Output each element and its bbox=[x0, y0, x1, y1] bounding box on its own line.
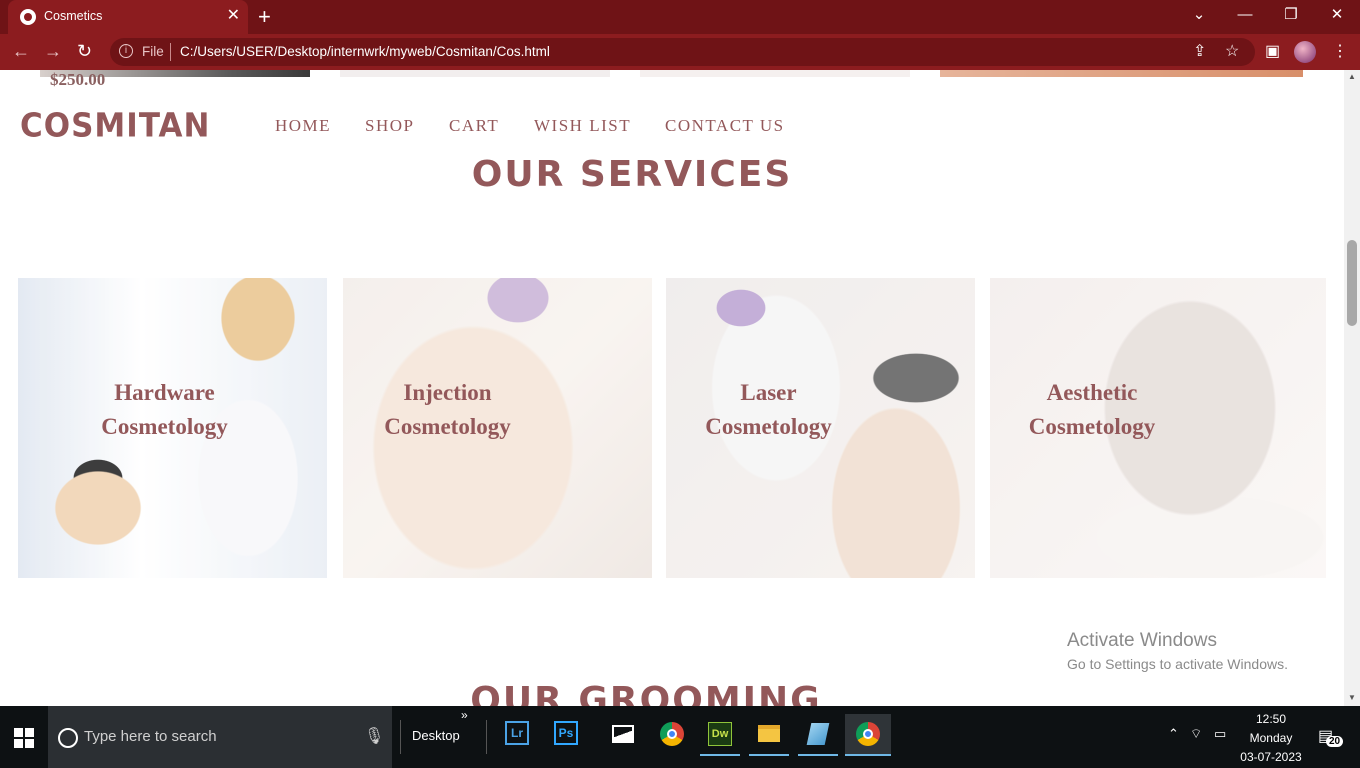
previous-product-image bbox=[940, 70, 1303, 77]
grooming-heading: OUR GROOMING bbox=[470, 680, 822, 706]
service-card-injection[interactable]: Injection Cosmetology bbox=[343, 278, 652, 578]
new-tab-button[interactable]: + bbox=[258, 3, 271, 31]
service-title-line: Cosmetology bbox=[384, 414, 511, 439]
page-scrollbar[interactable]: ▲ ▼ bbox=[1344, 70, 1360, 706]
tab-title: Cosmetics bbox=[44, 9, 103, 23]
chevron-right-icon[interactable]: » bbox=[461, 708, 468, 722]
service-title-line: Aesthetic bbox=[1046, 380, 1138, 405]
service-title-line: Cosmetology bbox=[1028, 414, 1156, 439]
services-heading: OUR SERVICES bbox=[471, 154, 793, 195]
microphone-icon[interactable]: 🎙 bbox=[364, 726, 384, 746]
forward-icon[interactable]: → bbox=[44, 40, 62, 62]
close-window-button[interactable]: ✕ bbox=[1322, 5, 1352, 25]
nav-shop[interactable]: SHOP bbox=[365, 116, 414, 136]
globe-icon bbox=[20, 9, 36, 25]
service-title-line: Laser bbox=[740, 380, 797, 405]
share-icon[interactable]: ⇪ bbox=[1193, 42, 1206, 62]
watermark-subtitle: Go to Settings to activate Windows. bbox=[1067, 656, 1288, 672]
address-bar[interactable]: i File C:/Users/USER/Desktop/internwrk/m… bbox=[110, 38, 1255, 66]
bookmark-star-icon[interactable]: ☆ bbox=[1225, 42, 1239, 62]
address-scheme-label: File bbox=[142, 44, 164, 59]
cortana-icon bbox=[58, 728, 78, 748]
service-title-line: Cosmetology bbox=[101, 414, 228, 439]
desktop-toolbar-label[interactable]: Desktop bbox=[412, 728, 460, 743]
service-card-title: Aesthetic Cosmetology bbox=[990, 376, 1260, 444]
activate-windows-watermark: Activate Windows Go to Settings to activ… bbox=[1067, 630, 1288, 672]
windows-start-icon[interactable] bbox=[14, 728, 34, 748]
notification-count-badge: 20 bbox=[1326, 736, 1344, 747]
service-title-line: Hardware bbox=[114, 380, 215, 405]
network-icon[interactable]: ⌔ bbox=[1190, 726, 1202, 742]
search-placeholder: Type here to search bbox=[84, 728, 217, 745]
file-explorer-icon[interactable] bbox=[749, 714, 789, 756]
tab-search-icon[interactable]: ⌄ bbox=[1184, 5, 1214, 25]
chrome-active-icon[interactable] bbox=[845, 714, 891, 756]
browser-tab[interactable]: Cosmetics ✕ bbox=[8, 0, 248, 34]
battery-icon[interactable]: ▭ bbox=[1214, 726, 1226, 742]
back-icon[interactable]: ← bbox=[12, 40, 30, 62]
service-card-aesthetic[interactable]: Aesthetic Cosmetology bbox=[990, 278, 1326, 578]
watermark-title: Activate Windows bbox=[1067, 630, 1217, 651]
taskbar-search-box[interactable]: Type here to search 🎙 bbox=[48, 706, 392, 768]
service-card-title: Laser Cosmetology bbox=[666, 376, 923, 444]
clock-time: 12:50 bbox=[1255, 712, 1287, 726]
nav-cart[interactable]: CART bbox=[449, 116, 499, 136]
service-card-hardware[interactable]: Hardware Cosmetology bbox=[18, 278, 327, 578]
site-logo[interactable]: COSMITAN bbox=[20, 107, 211, 145]
browser-toolbar: ← → ↻ i File C:/Users/USER/Desktop/inter… bbox=[0, 34, 1360, 70]
service-title-line: Cosmetology bbox=[705, 414, 832, 439]
product-price: $250.00 bbox=[50, 70, 106, 89]
scrollbar-thumb[interactable] bbox=[1347, 240, 1357, 326]
previous-product-image bbox=[640, 70, 910, 77]
app-running-indicator bbox=[749, 754, 789, 756]
notepad-icon[interactable] bbox=[798, 714, 838, 756]
previous-product-image bbox=[340, 70, 610, 77]
app-running-indicator bbox=[798, 754, 838, 756]
reload-icon[interactable]: ↻ bbox=[77, 40, 92, 62]
clock-day: Monday bbox=[1249, 731, 1293, 745]
restore-button[interactable]: ❐ bbox=[1276, 5, 1306, 25]
url-text[interactable]: C:/Users/USER/Desktop/internwrk/myweb/Co… bbox=[180, 44, 550, 59]
nav-home[interactable]: HOME bbox=[275, 116, 331, 136]
taskbar-divider bbox=[400, 720, 401, 754]
service-card-title: Hardware Cosmetology bbox=[18, 376, 319, 444]
photoshop-icon[interactable]: Ps bbox=[554, 721, 578, 745]
nav-contact-us[interactable]: CONTACT US bbox=[665, 116, 785, 136]
page-viewport: $250.00 COSMITAN HOME SHOP CART WISH LIS… bbox=[0, 70, 1344, 706]
dreamweaver-icon[interactable]: Dw bbox=[700, 714, 740, 756]
clock-date: 03-07-2023 bbox=[1240, 750, 1302, 764]
minimize-button[interactable]: — bbox=[1230, 5, 1260, 25]
lightroom-icon[interactable]: Lr bbox=[505, 721, 529, 745]
profile-avatar[interactable] bbox=[1294, 41, 1316, 63]
app-running-indicator bbox=[700, 754, 740, 756]
close-tab-icon[interactable]: ✕ bbox=[227, 6, 240, 26]
taskbar-clock[interactable]: 12:50 Monday 03-07-2023 bbox=[1236, 710, 1306, 767]
service-card-title: Injection Cosmetology bbox=[343, 376, 602, 444]
side-panel-icon[interactable]: ▣ bbox=[1265, 42, 1280, 62]
service-title-line: Injection bbox=[403, 380, 492, 405]
nav-wish-list[interactable]: WISH LIST bbox=[534, 116, 631, 136]
browser-tab-strip: Cosmetics ✕ + ⌄ — ❐ ✕ bbox=[0, 0, 1360, 34]
scroll-up-icon[interactable]: ▲ bbox=[1348, 72, 1356, 81]
info-icon[interactable]: i bbox=[119, 44, 133, 58]
chrome-icon[interactable] bbox=[652, 714, 692, 754]
app-running-indicator bbox=[845, 754, 891, 756]
dreamweaver-label: Dw bbox=[708, 722, 732, 746]
taskbar-divider bbox=[486, 720, 487, 754]
address-divider bbox=[170, 43, 171, 61]
windows-taskbar: Type here to search 🎙 Desktop » Lr Ps Dw… bbox=[0, 706, 1360, 768]
menu-dots-icon[interactable]: ⋮ bbox=[1332, 42, 1348, 62]
service-card-laser[interactable]: Laser Cosmetology bbox=[666, 278, 975, 578]
photos-icon[interactable] bbox=[602, 714, 642, 754]
scroll-down-icon[interactable]: ▼ bbox=[1348, 693, 1356, 702]
chevron-up-icon[interactable]: ⌃ bbox=[1168, 726, 1179, 742]
notification-center-icon[interactable]: ▤ 20 bbox=[1318, 726, 1344, 747]
